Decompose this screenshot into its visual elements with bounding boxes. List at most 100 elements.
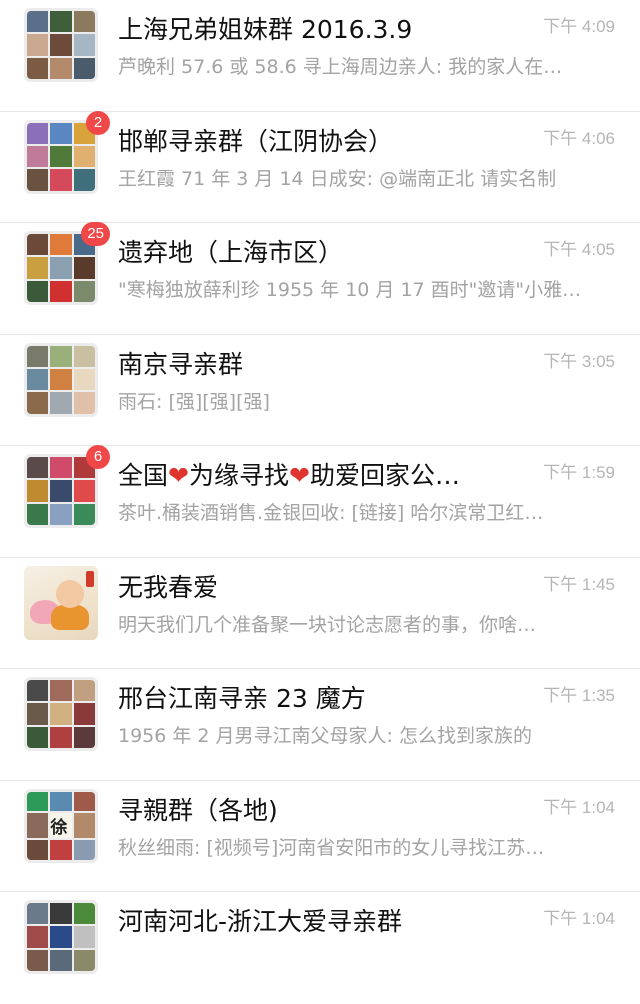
- chat-item[interactable]: 2 邯郸寻亲群（江阴协会） 下午 4:06 王红霞 71 年 3 月 14 日成…: [0, 110, 640, 223]
- chat-preview: 1956 年 2 月男寻江南父母家人: 怎么找到家族的: [118, 725, 533, 747]
- avatar-tile: [73, 34, 95, 56]
- avatar-tile: [73, 345, 95, 367]
- avatar-tile: [73, 57, 95, 79]
- chat-title: 邢台江南寻亲 23 魔方: [118, 684, 366, 713]
- chat-preview: 芦晚利 57.6 或 58.6 寻上海周边亲人: 我的家人在…: [118, 56, 563, 78]
- chat-list: 上海兄弟姐妹群 2016.3.9 下午 4:09 芦晚利 57.6 或 58.6…: [0, 0, 640, 1004]
- avatar-tile: [50, 840, 72, 860]
- avatar-tile: [50, 257, 72, 279]
- avatar-tile: [27, 368, 49, 391]
- avatar-tile: [50, 145, 72, 168]
- avatar-tile: [50, 703, 72, 725]
- chat-item[interactable]: 邢台江南寻亲 23 魔方 下午 1:35 1956 年 2 月男寻江南父母家人:…: [0, 669, 640, 781]
- avatar-tile: [50, 280, 72, 302]
- chat-title: 上海兄弟姐妹群 2016.3.9: [118, 15, 413, 44]
- group-avatar: [24, 8, 98, 82]
- avatar-tile: [27, 392, 49, 414]
- avatar-tile: [50, 926, 72, 948]
- avatar-tile: [27, 503, 49, 525]
- chat-title: 河南河北-浙江大爱寻亲群: [118, 907, 403, 936]
- avatar-tile: [50, 368, 72, 391]
- avatar-tile: [27, 903, 49, 925]
- avatar-tile: [50, 234, 72, 256]
- chat-title: 邯郸寻亲群（江阴协会）: [118, 126, 394, 156]
- avatar-tile: [50, 503, 72, 525]
- avatar-tile: [27, 726, 49, 748]
- avatar-tile: [73, 368, 95, 391]
- avatar-tile: [50, 57, 72, 79]
- avatar-tile: [73, 813, 95, 838]
- chat-preview: 雨石: [强][强][强]: [118, 390, 270, 413]
- avatar-tile: [50, 11, 72, 33]
- chat-item[interactable]: 徐 寻親群（各地) 下午 1:04 秋丝细雨: [视频号]河南省安阳市的女儿寻找…: [0, 781, 640, 892]
- avatar-tile: [27, 257, 49, 279]
- avatar-tile: [27, 234, 49, 256]
- avatar-tile: [27, 11, 49, 33]
- chat-title: 南京寻亲群: [118, 349, 244, 379]
- avatar-tile: [27, 949, 49, 971]
- chat-preview: 明天我们几个准备聚一块讨论志愿者的事，你啥…: [118, 613, 537, 636]
- group-avatar: [24, 900, 98, 974]
- chat-time: 下午 4:06: [543, 128, 615, 148]
- avatar-tile: [73, 703, 95, 725]
- avatar-tile: [73, 11, 95, 33]
- avatar-tile: [73, 791, 95, 811]
- contact-avatar: [24, 565, 98, 640]
- chat-title: 寻親群（各地): [118, 795, 278, 825]
- avatar-tile: [50, 726, 72, 748]
- avatar-tile: [50, 169, 72, 191]
- avatar-tile: [27, 57, 49, 79]
- avatar-tile: [50, 480, 72, 502]
- chat-time: 下午 4:05: [543, 240, 615, 259]
- avatar-tile: [27, 280, 49, 302]
- avatar-tile: [50, 392, 72, 414]
- title-text: 助爱回家公…: [309, 461, 460, 490]
- chat-time: 下午 1:35: [543, 686, 615, 705]
- group-avatar: 6: [24, 445, 110, 528]
- avatar-tile: [27, 345, 49, 367]
- avatar-tile: [27, 680, 49, 702]
- chat-item[interactable]: 河南河北-浙江大爱寻亲群 下午 1:04: [0, 892, 640, 1004]
- avatar-tile: [27, 145, 49, 168]
- avatar-tile: [27, 457, 49, 479]
- chat-item[interactable]: 无我春爱 下午 1:45 明天我们几个准备聚一块讨论志愿者的事，你啥…: [0, 558, 640, 669]
- chat-time: 下午 1:59: [543, 463, 615, 482]
- chat-preview: 茶叶.桶装酒销售.金银回收: [链接] 哈尔滨常卫红…: [118, 502, 544, 524]
- avatar-tile: [50, 903, 72, 925]
- chat-preview: 王红霞 71 年 3 月 14 日成安: @端南正北 请实名制: [118, 167, 557, 190]
- avatar-tile: [73, 949, 95, 971]
- chat-title: 遗弃地（上海市区）: [118, 238, 344, 267]
- avatar-tile: [73, 480, 95, 502]
- chat-preview: 秋丝细雨: [视频号]河南省安阳市的女儿寻找江苏…: [118, 836, 545, 859]
- avatar-tile: [73, 680, 95, 702]
- title-text: 全国: [118, 461, 169, 490]
- avatar-tile: [73, 503, 95, 525]
- chat-title: 无我春爱: [118, 572, 219, 602]
- avatar-tile: [73, 145, 95, 168]
- title-text: 为缘寻找: [188, 461, 289, 490]
- avatar-tile: [27, 703, 49, 725]
- group-avatar: 徐: [24, 788, 98, 863]
- chat-item[interactable]: 南京寻亲群 下午 3:05 雨石: [强][强][强]: [0, 335, 640, 446]
- avatar-tile-text: 徐: [50, 813, 72, 838]
- avatar-tile: [27, 34, 49, 56]
- avatar-tile: [27, 840, 49, 860]
- group-avatar: [24, 677, 98, 751]
- chat-item[interactable]: 上海兄弟姐妹群 2016.3.9 下午 4:09 芦晚利 57.6 或 58.6…: [0, 0, 640, 112]
- chat-time: 下午 4:09: [543, 17, 615, 36]
- avatar-tile: [50, 791, 72, 811]
- avatar-tile: [73, 926, 95, 948]
- avatar-tile: [50, 680, 72, 702]
- heart-icon: ❤: [168, 461, 189, 490]
- avatar-tile: [73, 392, 95, 414]
- group-avatar: [24, 342, 98, 417]
- unread-badge: 2: [86, 110, 110, 135]
- avatar-tile: [50, 949, 72, 971]
- chat-time: 下午 1:04: [543, 909, 615, 928]
- chat-item[interactable]: 6 全国❤为缘寻找❤助爱回家公… 下午 1:59 茶叶.桶装酒销售.金银回收: …: [0, 445, 640, 558]
- avatar-tile: [27, 169, 49, 191]
- avatar-tile: [27, 122, 49, 144]
- avatar-tile: [73, 169, 95, 191]
- avatar-tile: [73, 840, 95, 860]
- chat-item[interactable]: 25 遗弃地（上海市区） 下午 4:05 "寒梅独放薛利珍 1955 年 10 …: [0, 222, 640, 335]
